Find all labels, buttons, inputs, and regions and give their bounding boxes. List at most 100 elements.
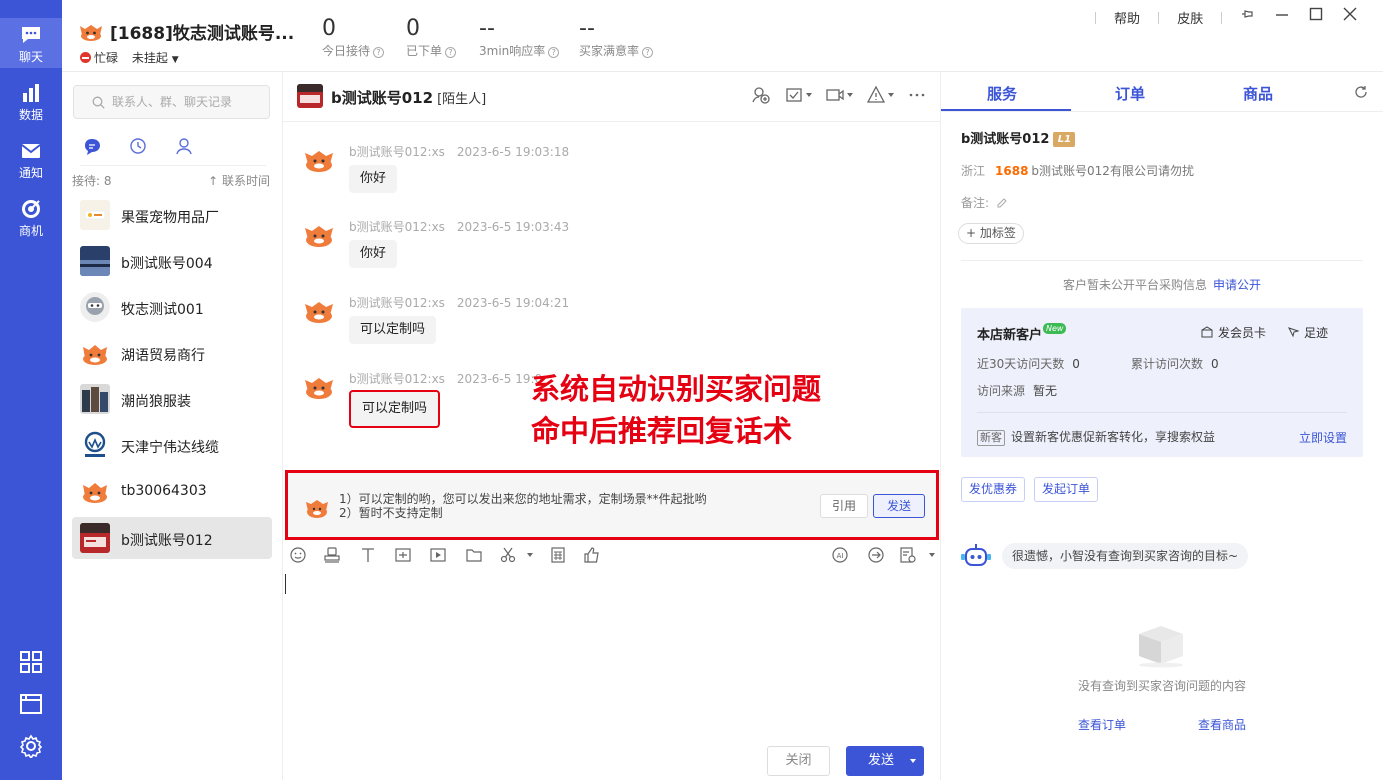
send-button[interactable]: 发送 <box>846 746 924 776</box>
window-icon[interactable] <box>19 692 43 716</box>
contact-item[interactable]: 果蛋宠物用品厂 <box>72 194 272 236</box>
setup-now-link[interactable]: 立即设置 <box>1299 429 1347 446</box>
quote-button[interactable]: 引用 <box>820 494 868 518</box>
video-icon[interactable] <box>825 85 845 105</box>
contact-item[interactable]: b测试账号004 <box>72 240 272 282</box>
caret-down-icon[interactable] <box>887 92 894 97</box>
rail-chat[interactable]: 聊天 <box>0 18 62 68</box>
text-format-icon[interactable] <box>359 546 377 564</box>
view-products-link[interactable]: 查看商品 <box>1198 716 1246 733</box>
apps-grid-icon[interactable] <box>19 650 43 674</box>
info-tabs: 服务 订单 商品 <box>941 72 1383 112</box>
contact-item[interactable]: tb30064303 <box>72 470 272 512</box>
highlighted-message-bubble: 可以定制吗 <box>349 390 441 428</box>
pin-icon[interactable] <box>1241 7 1255 21</box>
edit-icon[interactable] <box>997 197 1008 208</box>
contact-item[interactable]: 湖语贸易商行 <box>72 332 272 374</box>
send-coupon-button[interactable]: 发优惠券 <box>961 477 1026 502</box>
help-circle-icon[interactable]: ? <box>642 47 654 58</box>
tab-service[interactable]: 服务 <box>987 83 1017 104</box>
rail-opportunity[interactable]: 商机 <box>0 198 62 239</box>
transfer-icon[interactable] <box>784 85 804 105</box>
message-meta: b测试账号012:xs 2023-6-5 19:03:18 <box>349 145 570 159</box>
rail-notify[interactable]: 通知 <box>0 140 62 181</box>
contact-item[interactable]: 天津宁伟达线缆 <box>72 424 272 466</box>
customer-name: b测试账号012 L1 <box>961 128 1076 147</box>
maximize-icon[interactable] <box>1309 7 1323 21</box>
status-selector[interactable]: 忙碌 未挂起 ▼ <box>80 49 179 66</box>
search-input[interactable]: 联系人、群、聊天记录 <box>73 85 270 119</box>
app-window: 聊天 数据 通知 商机 [1688]牧志测试账号... 忙碌 未挂起 ▼ 0 今… <box>0 0 1383 780</box>
sort-by-contact-time[interactable]: ↑ 联系时间 <box>208 172 270 189</box>
view-orders-link[interactable]: 查看订单 <box>1078 716 1126 733</box>
help-link[interactable]: 帮助 <box>1114 8 1140 27</box>
contacts-person-icon[interactable] <box>174 136 194 158</box>
text-input-cursor[interactable] <box>285 574 286 594</box>
contact-name: b测试账号012 <box>121 533 213 549</box>
contact-avatar <box>80 523 110 553</box>
contact-name: 果蛋宠物用品厂 <box>121 210 219 226</box>
apply-public-link[interactable]: 申请公开 <box>1213 278 1261 292</box>
screenshot-icon[interactable] <box>394 546 412 564</box>
send-member-card-button[interactable]: 发会员卡 <box>1201 324 1266 341</box>
close-icon[interactable] <box>1343 7 1357 21</box>
video-play-icon[interactable] <box>429 546 447 564</box>
rail-opportunity-label: 商机 <box>18 224 43 238</box>
scissors-icon[interactable] <box>499 546 517 564</box>
quick-reply-icon[interactable] <box>867 546 885 564</box>
caret-down-icon[interactable] <box>846 92 853 97</box>
buyer-avatar <box>305 378 333 399</box>
create-order-button[interactable]: 发起订单 <box>1034 477 1099 502</box>
contact-name: b测试账号004 <box>121 256 213 272</box>
calculator-icon[interactable] <box>549 546 567 564</box>
help-circle-icon[interactable]: ? <box>548 47 560 58</box>
search-placeholder: 联系人、群、聊天记录 <box>112 95 233 109</box>
rail-data[interactable]: 数据 <box>0 82 62 123</box>
input-toolbar: AI <box>283 544 941 572</box>
tab-orders[interactable]: 订单 <box>1115 83 1145 104</box>
add-tag-button[interactable]: + 加标签 <box>958 223 1024 244</box>
chat-tab-icon[interactable] <box>82 136 102 158</box>
stamp-icon[interactable] <box>323 546 341 564</box>
help-circle-icon[interactable]: ? <box>373 47 385 58</box>
caret-down-icon[interactable] <box>929 553 935 557</box>
folder-icon[interactable] <box>465 546 483 564</box>
warning-icon[interactable] <box>866 85 886 105</box>
contact-item-selected[interactable]: b测试账号012 <box>72 517 272 559</box>
reply-option-1[interactable]: 1）可以定制的哟，您可以发出来您的地址需求，定制场景**件起批哟 <box>339 492 707 506</box>
ai-assistant-icon[interactable]: AI <box>831 546 849 564</box>
gift-icon <box>1201 326 1213 338</box>
recent-clock-icon[interactable] <box>128 136 148 158</box>
caret-down-icon[interactable] <box>805 92 812 97</box>
contact-item[interactable]: 牧志测试001 <box>72 286 272 328</box>
account-name[interactable]: [1688]牧志测试账号... <box>110 19 294 44</box>
more-icon[interactable] <box>907 85 927 105</box>
help-circle-icon[interactable]: ? <box>445 47 457 58</box>
caret-down-icon[interactable] <box>527 553 533 557</box>
close-chat-button[interactable]: 关闭 <box>767 746 830 776</box>
reply-option-2[interactable]: 2）暂时不支持定制 <box>339 506 707 520</box>
message-meta: b测试账号012:xs 2023-6-5 19:04:21 <box>349 296 570 310</box>
caret-down-icon[interactable] <box>910 759 916 763</box>
settings-gear-icon[interactable] <box>19 734 43 758</box>
chat-title[interactable]: b测试账号012 [陌生人] <box>331 87 486 108</box>
chat-header: b测试账号012 [陌生人] <box>283 72 941 122</box>
stat-ordered: 0 已下单? <box>406 16 457 59</box>
footprint-button[interactable]: 足迹 <box>1287 324 1328 341</box>
send-suggestion-button[interactable]: 发送 <box>873 494 925 518</box>
thumbs-up-icon[interactable] <box>583 546 601 564</box>
refresh-icon[interactable] <box>1353 84 1369 100</box>
contact-avatar <box>80 476 110 506</box>
reply-options[interactable]: 1）可以定制的哟，您可以发出来您的地址需求，定制场景**件起批哟 2）暂时不支持… <box>339 492 707 520</box>
tab-products[interactable]: 商品 <box>1243 83 1273 104</box>
add-contact-icon[interactable] <box>751 85 771 105</box>
empty-state-text: 没有查询到买家咨询问题的内容 <box>1077 679 1246 693</box>
recommended-reply-box: 1）可以定制的哟，您可以发出来您的地址需求，定制场景**件起批哟 2）暂时不支持… <box>285 470 939 540</box>
emoji-icon[interactable] <box>289 546 307 564</box>
minimize-icon[interactable] <box>1275 7 1289 21</box>
skin-link[interactable]: 皮肤 <box>1177 8 1203 27</box>
active-tab-indicator <box>941 109 1071 111</box>
empty-box-icon <box>1139 626 1183 668</box>
contact-item[interactable]: 潮尚狼服装 <box>72 378 272 420</box>
history-doc-icon[interactable] <box>899 546 917 564</box>
